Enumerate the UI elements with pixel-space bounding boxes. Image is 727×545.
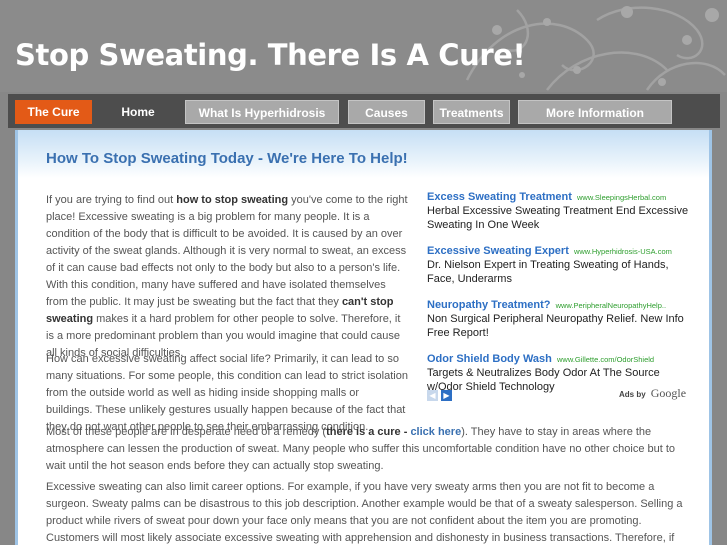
there-is-a-cure-text: there is a cure - [326, 426, 411, 438]
page-heading: How To Stop Sweating Today - We're Here … [46, 150, 408, 167]
nav-item-treatments[interactable]: Treatments [433, 100, 510, 124]
ad-block: Excess Sweating Treatment www.SleepingsH… [427, 185, 697, 401]
ads-by-label: Ads by [619, 390, 646, 399]
ad-text: Herbal Excessive Sweating Treatment End … [427, 205, 689, 231]
click-here-link[interactable]: click here [410, 426, 461, 438]
nav-item-the-cure[interactable]: The Cure [15, 100, 92, 124]
ad-item[interactable]: Excess Sweating Treatment www.SleepingsH… [427, 185, 697, 232]
nav-item-more-information[interactable]: More Information [518, 100, 672, 124]
nav-item-home[interactable]: Home [100, 100, 176, 124]
google-logo-text: Google [650, 386, 687, 400]
ads-by-google[interactable]: Ads by Google [619, 382, 686, 401]
ad-url[interactable]: www.SleepingsHerbal.com [577, 193, 666, 202]
main-nav: The Cure Home What Is Hyperhidrosis Caus… [8, 94, 720, 128]
ad-text: Non Surgical Peripheral Neuropathy Relie… [427, 313, 684, 339]
header: Stop Sweating. There Is A Cure! [0, 0, 727, 92]
ad-title[interactable]: Excessive Sweating Expert [427, 245, 569, 257]
remedy-paragraph: Most of these people are in desperate ne… [46, 426, 676, 472]
ad-url[interactable]: www.Hyperhidrosis-USA.com [574, 247, 672, 256]
intro-paragraph: If you are trying to find out how to sto… [46, 194, 408, 359]
career-paragraph: Excessive sweating can also limit career… [46, 481, 683, 544]
ad-item[interactable]: Neuropathy Treatment? www.PeripheralNeur… [427, 293, 697, 340]
ad-url[interactable]: www.PeripheralNeuropathyHelp.. [556, 301, 666, 310]
ad-item[interactable]: Excessive Sweating Expert www.Hyperhidro… [427, 239, 697, 286]
ad-url[interactable]: www.Gillette.com/OdorShield [557, 355, 654, 364]
ad-title[interactable]: Excess Sweating Treatment [427, 191, 572, 203]
ad-pager: ◀ ▶ [427, 385, 455, 404]
content-area: How To Stop Sweating Today - We're Here … [15, 130, 712, 545]
keyword-how-to-stop-sweating: how to stop sweating [176, 194, 289, 206]
ad-title[interactable]: Neuropathy Treatment? [427, 299, 550, 311]
next-arrow-icon[interactable]: ▶ [441, 390, 452, 401]
prev-arrow-icon[interactable]: ◀ [427, 390, 438, 401]
ad-text: Dr. Nielson Expert in Treating Sweating … [427, 259, 669, 285]
nav-item-causes[interactable]: Causes [348, 100, 425, 124]
nav-item-what-is-hyperhidrosis[interactable]: What Is Hyperhidrosis [185, 100, 339, 124]
ad-title[interactable]: Odor Shield Body Wash [427, 353, 552, 365]
site-title: Stop Sweating. There Is A Cure! [15, 38, 526, 72]
